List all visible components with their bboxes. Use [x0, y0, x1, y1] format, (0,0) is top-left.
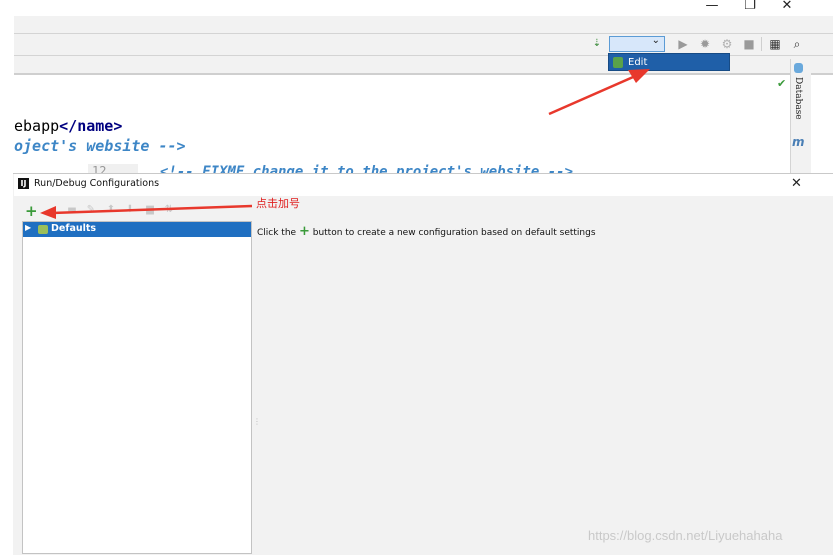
- annotation-arrows: [40, 69, 650, 219]
- arrow-to-edit-configurations: [548, 69, 650, 116]
- arrow-to-add-button: [40, 204, 253, 219]
- annotation-label: 点击加号: [256, 197, 300, 210]
- watermark: https://blog.csdn.net/Liyuehahaha: [588, 528, 783, 543]
